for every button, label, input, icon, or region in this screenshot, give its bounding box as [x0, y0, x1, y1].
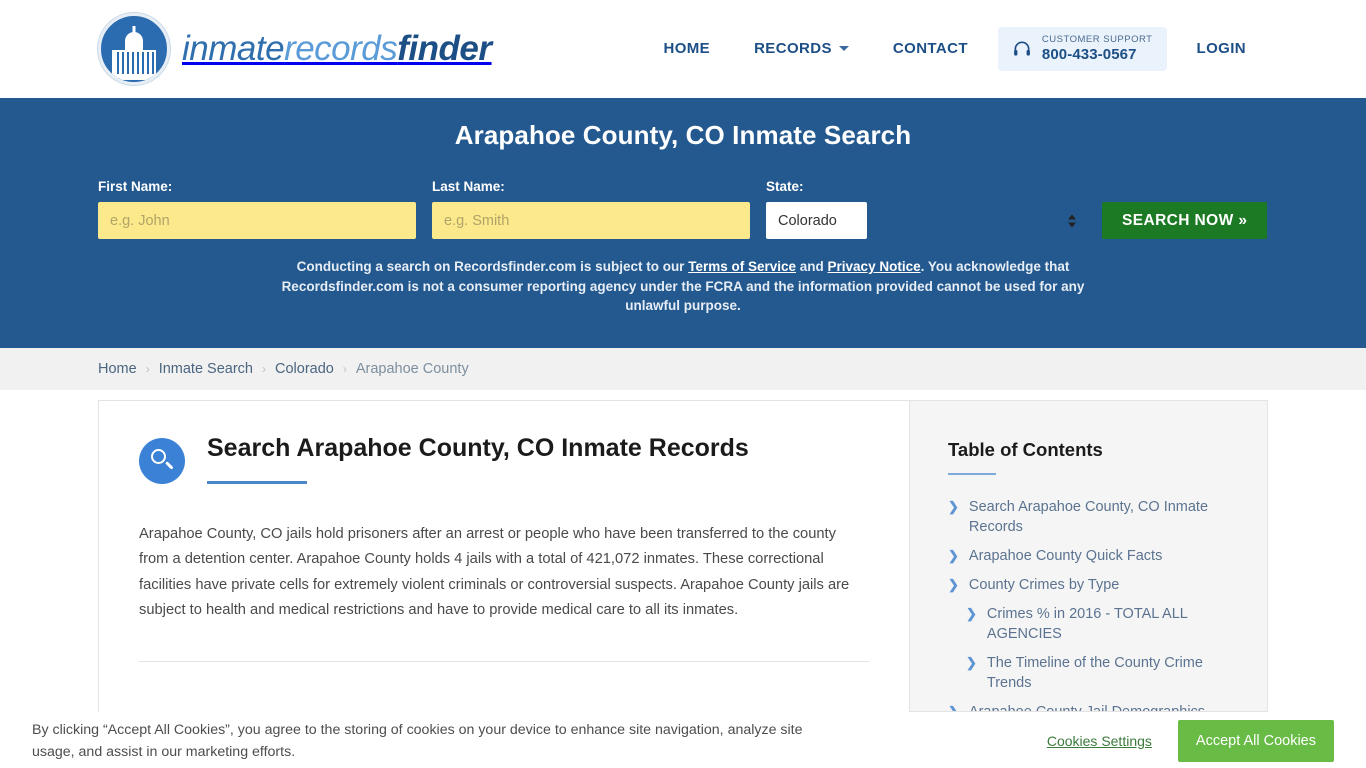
content-heading-block: Search Arapahoe County, CO Inmate Record…	[139, 433, 869, 484]
main-navigation: HOME RECORDS CONTACT CUSTOMER SUPPORT 80…	[641, 26, 1269, 72]
customer-support-box[interactable]: CUSTOMER SUPPORT 800-433-0567	[997, 26, 1167, 72]
state-field-group: State: Colorado	[766, 179, 1086, 239]
nav-item-home-label: HOME	[663, 40, 711, 58]
breadcrumb-separator-icon: ›	[145, 362, 150, 376]
section-paragraph: Arapahoe County, CO jails hold prisoners…	[139, 526, 850, 618]
cookie-banner-actions: Cookies Settings Accept All Cookies	[1047, 719, 1334, 762]
toc-title: Table of Contents	[948, 439, 1103, 460]
site-header: inmaterecordsfinder HOME RECORDS CONTACT…	[0, 0, 1366, 98]
search-circle-icon	[139, 438, 185, 484]
first-name-field-group: First Name:	[98, 179, 416, 239]
nav-item-contact-label: CONTACT	[892, 40, 968, 58]
toc-item-0[interactable]: ❯ Search Arapahoe County, CO Inmate Reco…	[948, 497, 1237, 537]
inmate-search-form: First Name: Last Name: State: Colorado S…	[98, 179, 1268, 239]
toc-item-5-label[interactable]: Arapahoe County Jail Demographics	[969, 702, 1205, 711]
toc-item-4-label[interactable]: The Timeline of the County Crime Trends	[987, 653, 1237, 693]
state-label: State:	[766, 179, 804, 194]
toc-item-1[interactable]: ❯ Arapahoe County Quick Facts	[948, 546, 1237, 566]
last-name-label: Last Name:	[432, 179, 505, 194]
breadcrumb: Home › Inmate Search › Colorado › Arapah…	[0, 348, 1366, 390]
cookie-banner-text: By clicking “Accept All Cookies”, you ag…	[32, 721, 803, 760]
cookie-consent-banner: By clicking “Accept All Cookies”, you ag…	[0, 712, 1366, 768]
last-name-input[interactable]	[432, 202, 750, 239]
state-select[interactable]: Colorado	[766, 202, 867, 239]
chevron-right-icon: ❯	[948, 577, 959, 592]
breadcrumb-item-2[interactable]: Colorado	[275, 361, 334, 377]
table-of-contents: Table of Contents ❯ Search Arapahoe Coun…	[910, 400, 1268, 712]
breadcrumb-item-0[interactable]: Home	[98, 361, 137, 377]
toc-item-3-label[interactable]: Crimes % in 2016 - TOTAL ALL AGENCIES	[987, 604, 1237, 644]
nav-item-contact[interactable]: CONTACT	[871, 40, 990, 57]
chevron-down-icon	[838, 46, 849, 52]
toc-list: ❯ Search Arapahoe County, CO Inmate Reco…	[948, 497, 1237, 712]
first-name-label: First Name:	[98, 179, 173, 194]
chevron-right-icon: ❯	[948, 704, 959, 712]
brand-part-1: inmate	[182, 29, 285, 68]
site-logo[interactable]: inmaterecordsfinder	[98, 13, 492, 85]
toc-item-2[interactable]: ❯ County Crimes by Type	[948, 575, 1237, 595]
terms-of-service-link[interactable]: Terms of Service	[688, 259, 796, 274]
breadcrumb-item-3: Arapahoe County	[355, 361, 469, 377]
search-now-button[interactable]: SEARCH NOW »	[1102, 202, 1268, 239]
section-heading: Search Arapahoe County, CO Inmate Record…	[207, 434, 749, 462]
support-phone: 800-433-0567	[1041, 45, 1137, 63]
nav-item-login[interactable]: LOGIN	[1175, 40, 1269, 57]
brand-wordmark: inmaterecordsfinder	[182, 29, 492, 69]
toc-item-4[interactable]: ❯ The Timeline of the County Crime Trend…	[966, 653, 1237, 693]
heading-underline	[207, 481, 307, 484]
toc-item-5[interactable]: ❯ Arapahoe County Jail Demographics	[948, 702, 1237, 712]
breadcrumb-item-1[interactable]: Inmate Search	[159, 361, 253, 377]
chevron-right-icon: ❯	[966, 655, 977, 670]
search-disclaimer: Conducting a search on Recordsfinder.com…	[253, 257, 1113, 316]
accept-all-cookies-button[interactable]: Accept All Cookies	[1177, 719, 1334, 762]
toc-item-1-label[interactable]: Arapahoe County Quick Facts	[969, 546, 1162, 566]
breadcrumb-separator-icon: ›	[342, 362, 347, 376]
first-name-input[interactable]	[98, 202, 416, 239]
select-stepper-icon	[1068, 214, 1076, 227]
nav-item-records-label: RECORDS	[754, 40, 832, 58]
toc-item-0-label[interactable]: Search Arapahoe County, CO Inmate Record…	[969, 497, 1237, 537]
page-body: Search Arapahoe County, CO Inmate Record…	[0, 390, 1366, 723]
breadcrumb-separator-icon: ›	[262, 362, 266, 376]
disclaimer-text-2: and	[796, 259, 828, 274]
last-name-field-group: Last Name:	[432, 179, 750, 239]
nav-item-login-label: LOGIN	[1196, 40, 1246, 58]
chevron-right-icon: ❯	[948, 548, 959, 563]
disclaimer-text-1: Conducting a search on Recordsfinder.com…	[296, 259, 689, 274]
brand-part-2: records	[284, 29, 398, 68]
nav-item-home[interactable]: HOME	[641, 40, 732, 57]
nav-item-records[interactable]: RECORDS	[732, 40, 871, 57]
hero-search-section: Arapahoe County, CO Inmate Search First …	[0, 98, 1366, 348]
privacy-notice-link[interactable]: Privacy Notice	[828, 259, 921, 274]
chevron-right-icon: ❯	[948, 499, 959, 514]
capitol-dome-icon	[98, 13, 170, 85]
cookies-settings-button[interactable]: Cookies Settings	[1047, 733, 1152, 749]
toc-item-2-label[interactable]: County Crimes by Type	[969, 575, 1119, 595]
chevron-right-icon: ❯	[966, 606, 977, 621]
page-title: Arapahoe County, CO Inmate Search	[454, 120, 912, 150]
support-label: CUSTOMER SUPPORT	[1041, 33, 1153, 45]
toc-item-3[interactable]: ❯ Crimes % in 2016 - TOTAL ALL AGENCIES	[966, 604, 1237, 644]
brand-part-3: finder	[397, 29, 492, 68]
headset-icon	[1012, 39, 1032, 59]
toc-title-underline	[948, 473, 996, 475]
main-content-card: Search Arapahoe County, CO Inmate Record…	[98, 400, 910, 723]
